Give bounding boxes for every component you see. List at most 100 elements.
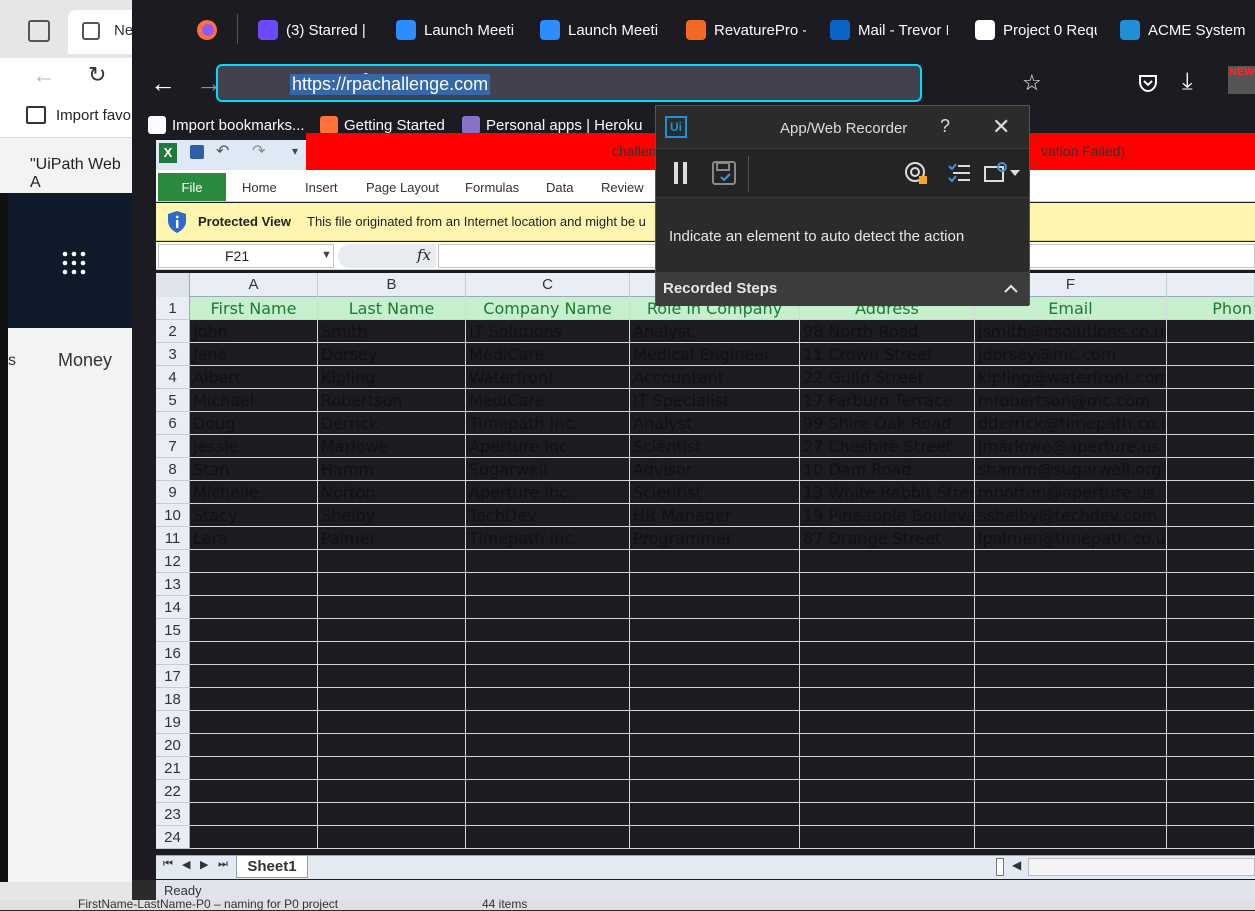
- header-cell[interactable]: First Name: [190, 297, 318, 320]
- empty-cell[interactable]: [1167, 780, 1255, 803]
- empty-cell[interactable]: [466, 711, 630, 734]
- empty-cell[interactable]: [800, 780, 975, 803]
- row-header[interactable]: 18: [156, 688, 190, 711]
- empty-cell[interactable]: [318, 642, 466, 665]
- empty-cell[interactable]: [800, 711, 975, 734]
- import-favorites-link[interactable]: Import favo: [56, 107, 131, 124]
- row-header[interactable]: 3: [156, 343, 190, 366]
- empty-cell[interactable]: [190, 619, 318, 642]
- empty-cell[interactable]: [466, 619, 630, 642]
- row-header[interactable]: 9: [156, 481, 190, 504]
- empty-cell[interactable]: [630, 803, 800, 826]
- empty-cell[interactable]: [466, 757, 630, 780]
- row-header[interactable]: 17: [156, 665, 190, 688]
- table-cell[interactable]: MediCare: [466, 343, 630, 366]
- empty-cell[interactable]: [975, 734, 1167, 757]
- empty-cell[interactable]: [800, 642, 975, 665]
- empty-cell[interactable]: [190, 573, 318, 596]
- table-cell[interactable]: 10 Dam Road: [800, 458, 975, 481]
- table-cell[interactable]: jsmith@itsolutions.co.uk: [975, 320, 1167, 343]
- empty-cell[interactable]: [318, 596, 466, 619]
- empty-cell[interactable]: [630, 550, 800, 573]
- table-cell[interactable]: [1167, 435, 1255, 458]
- empty-cell[interactable]: [975, 550, 1167, 573]
- empty-cell[interactable]: [975, 619, 1167, 642]
- bookmark-item[interactable]: Import bookmarks...: [148, 116, 305, 134]
- redo-icon[interactable]: ↷: [252, 141, 265, 161]
- recorded-steps-header[interactable]: Recorded Steps: [656, 272, 1029, 306]
- table-cell[interactable]: HR Manager: [630, 504, 800, 527]
- empty-cell[interactable]: [630, 573, 800, 596]
- help-icon[interactable]: ?: [940, 116, 950, 137]
- empty-cell[interactable]: [975, 596, 1167, 619]
- bookmark-item[interactable]: Personal apps | Heroku: [462, 116, 642, 134]
- edge-back-icon[interactable]: ←: [32, 62, 56, 90]
- column-header[interactable]: B: [318, 273, 466, 297]
- row-header[interactable]: 14: [156, 596, 190, 619]
- row-header[interactable]: 24: [156, 826, 190, 849]
- customize-qat-icon[interactable]: ▾: [292, 144, 298, 158]
- row-header[interactable]: 19: [156, 711, 190, 734]
- empty-cell[interactable]: [466, 550, 630, 573]
- table-cell[interactable]: Hamm: [318, 458, 466, 481]
- empty-cell[interactable]: [1167, 711, 1255, 734]
- empty-cell[interactable]: [318, 803, 466, 826]
- row-header[interactable]: 11: [156, 527, 190, 550]
- table-cell[interactable]: [1167, 389, 1255, 412]
- screen-settings-icon[interactable]: [984, 162, 1022, 184]
- empty-cell[interactable]: [466, 803, 630, 826]
- table-cell[interactable]: kipling@waterfront.com: [975, 366, 1167, 389]
- table-cell[interactable]: [1167, 527, 1255, 550]
- table-cell[interactable]: 13 White Rabbit Street: [800, 481, 975, 504]
- empty-cell[interactable]: [800, 803, 975, 826]
- empty-cell[interactable]: [190, 550, 318, 573]
- row-header[interactable]: 6: [156, 412, 190, 435]
- empty-cell[interactable]: [975, 803, 1167, 826]
- empty-cell[interactable]: [1167, 826, 1255, 849]
- empty-cell[interactable]: [1167, 619, 1255, 642]
- close-icon[interactable]: ✕: [992, 114, 1010, 140]
- table-cell[interactable]: Timepath Inc.: [466, 527, 630, 550]
- row-header[interactable]: 4: [156, 366, 190, 389]
- empty-cell[interactable]: [975, 757, 1167, 780]
- browser-tab[interactable]: ACME System: [1120, 8, 1255, 52]
- name-box-dropdown-icon[interactable]: ▼: [321, 249, 332, 261]
- empty-cell[interactable]: [1167, 665, 1255, 688]
- empty-cell[interactable]: [466, 826, 630, 849]
- pause-icon[interactable]: [683, 162, 687, 184]
- table-cell[interactable]: Aperture Inc.: [466, 435, 630, 458]
- table-cell[interactable]: 11 Crown Street: [800, 343, 975, 366]
- table-cell[interactable]: Derrick: [318, 412, 466, 435]
- empty-cell[interactable]: [190, 642, 318, 665]
- row-header[interactable]: 21: [156, 757, 190, 780]
- browser-tab[interactable]: RevaturePro -: [686, 8, 806, 52]
- table-cell[interactable]: Palmer: [318, 527, 466, 550]
- table-cell[interactable]: shamm@sugarwell.org: [975, 458, 1167, 481]
- table-cell[interactable]: Advisor: [630, 458, 800, 481]
- table-cell[interactable]: Sugarwell: [466, 458, 630, 481]
- table-cell[interactable]: Scientist: [630, 481, 800, 504]
- row-header[interactable]: 7: [156, 435, 190, 458]
- table-cell[interactable]: IT Solutions: [466, 320, 630, 343]
- row-header[interactable]: 23: [156, 803, 190, 826]
- empty-cell[interactable]: [630, 734, 800, 757]
- row-header[interactable]: 2: [156, 320, 190, 343]
- empty-cell[interactable]: [190, 803, 318, 826]
- empty-cell[interactable]: [630, 619, 800, 642]
- empty-cell[interactable]: [190, 596, 318, 619]
- bookmark-star-icon[interactable]: ☆: [1022, 70, 1042, 96]
- empty-cell[interactable]: [318, 757, 466, 780]
- name-box[interactable]: F21 ▼: [158, 244, 334, 268]
- apps-grid-icon[interactable]: [62, 251, 86, 275]
- empty-cell[interactable]: [318, 665, 466, 688]
- extension-icon[interactable]: NEW: [1228, 66, 1255, 94]
- column-header[interactable]: A: [190, 273, 318, 297]
- table-cell[interactable]: Michael: [190, 389, 318, 412]
- table-cell[interactable]: Smith: [318, 320, 466, 343]
- table-cell[interactable]: Doug: [190, 412, 318, 435]
- empty-cell[interactable]: [630, 757, 800, 780]
- table-cell[interactable]: Shelby: [318, 504, 466, 527]
- empty-cell[interactable]: [1167, 688, 1255, 711]
- sheet-tab-sheet1[interactable]: Sheet1: [236, 856, 308, 878]
- empty-cell[interactable]: [190, 757, 318, 780]
